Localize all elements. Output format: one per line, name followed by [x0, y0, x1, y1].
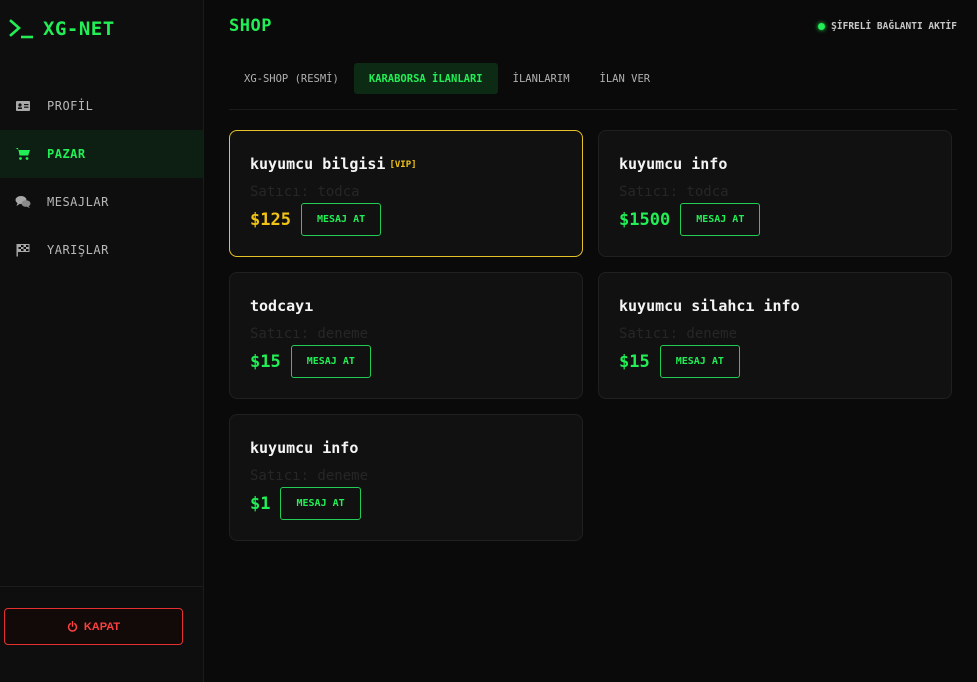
listing-price: $125 — [250, 209, 291, 230]
id-card-icon — [15, 99, 31, 113]
listing-card: kuyumcu silahcı info Satıcı: deneme $15 … — [598, 272, 952, 399]
terminal-prompt-icon — [9, 19, 33, 39]
connection-status: ŞİFRELİ BAĞLANTI AKTİF — [818, 21, 957, 32]
page-title: SHOP — [229, 16, 272, 36]
listing-seller: Satıcı: deneme — [250, 326, 369, 342]
tab-karaborsa[interactable]: KARABORSA İLANLARI — [353, 63, 498, 94]
chat-bubbles-icon — [15, 195, 31, 209]
listing-price: $15 — [250, 351, 281, 372]
status-text: ŞİFRELİ BAĞLANTI AKTİF — [831, 21, 957, 32]
listing-price: $1 — [250, 493, 271, 514]
tab-ilan-ver[interactable]: İLAN VER — [585, 63, 666, 94]
sidebar-item-mesajlar[interactable]: MESAJLAR — [0, 178, 203, 226]
sidebar-footer: KAPAT — [0, 586, 203, 645]
sidebar-item-label: YARIŞLAR — [47, 243, 109, 257]
close-button-label: KAPAT — [83, 620, 121, 633]
vip-badge: [VIP] — [389, 160, 417, 170]
listing-card: kuyumcu info Satıcı: todca $1500 MESAJ A… — [598, 130, 952, 257]
status-dot-icon — [818, 23, 826, 30]
listing-title-text: kuyumcu bilgisi — [250, 155, 386, 173]
send-message-button[interactable]: MESAJ AT — [280, 487, 361, 520]
listing-seller: Satıcı: deneme — [619, 326, 738, 342]
send-message-button[interactable]: MESAJ AT — [680, 203, 761, 236]
tab-xg-shop[interactable]: XG-SHOP (RESMİ) — [229, 63, 354, 94]
tab-ilanlarim[interactable]: İLANLARIM — [498, 63, 585, 94]
send-message-button[interactable]: MESAJ AT — [300, 203, 382, 236]
sidebar-item-label: PAZAR — [47, 147, 86, 161]
sidebar-item-label: PROFİL — [47, 99, 94, 113]
listing-title: kuyumcu bilgisi [VIP] — [250, 155, 417, 173]
checkered-flag-icon — [15, 243, 31, 257]
power-icon — [67, 621, 77, 632]
main-content: SHOP ŞİFRELİ BAĞLANTI AKTİF XG-SHOP (RES… — [204, 0, 977, 682]
sidebar: XG-NET PROFİL PAZAR MESAJLAR YARIŞLAR KA… — [0, 0, 204, 682]
listing-title: kuyumcu info — [250, 439, 359, 457]
listing-title: kuyumcu info — [619, 155, 728, 173]
brand-name: XG-NET — [43, 18, 115, 40]
sidebar-nav: PROFİL PAZAR MESAJLAR YARIŞLAR — [0, 82, 203, 274]
sidebar-item-label: MESAJLAR — [47, 195, 109, 209]
listing-seller: Satıcı: deneme — [250, 468, 369, 484]
send-message-button[interactable]: MESAJ AT — [290, 345, 371, 378]
close-button[interactable]: KAPAT — [4, 608, 183, 645]
shopping-cart-icon — [15, 147, 31, 161]
tab-bar: XG-SHOP (RESMİ) KARABORSA İLANLARI İLANL… — [229, 63, 957, 110]
listing-seller: Satıcı: todca — [619, 184, 729, 200]
listing-title: kuyumcu silahcı info — [619, 297, 800, 315]
listing-title: todcayı — [250, 297, 314, 315]
listing-card: todcayı Satıcı: deneme $15 MESAJ AT — [229, 272, 583, 399]
send-message-button[interactable]: MESAJ AT — [659, 345, 740, 378]
brand: XG-NET — [9, 18, 115, 40]
listing-price: $1500 — [619, 209, 671, 230]
sidebar-item-profil[interactable]: PROFİL — [0, 82, 203, 130]
sidebar-item-yarislar[interactable]: YARIŞLAR — [0, 226, 203, 274]
listing-price: $15 — [619, 351, 650, 372]
listing-card: kuyumcu bilgisi [VIP] Satıcı: todca $125 … — [229, 130, 583, 257]
listing-card: kuyumcu info Satıcı: deneme $1 MESAJ AT — [229, 414, 583, 541]
listing-seller: Satıcı: todca — [250, 184, 360, 200]
sidebar-item-pazar[interactable]: PAZAR — [0, 130, 203, 178]
